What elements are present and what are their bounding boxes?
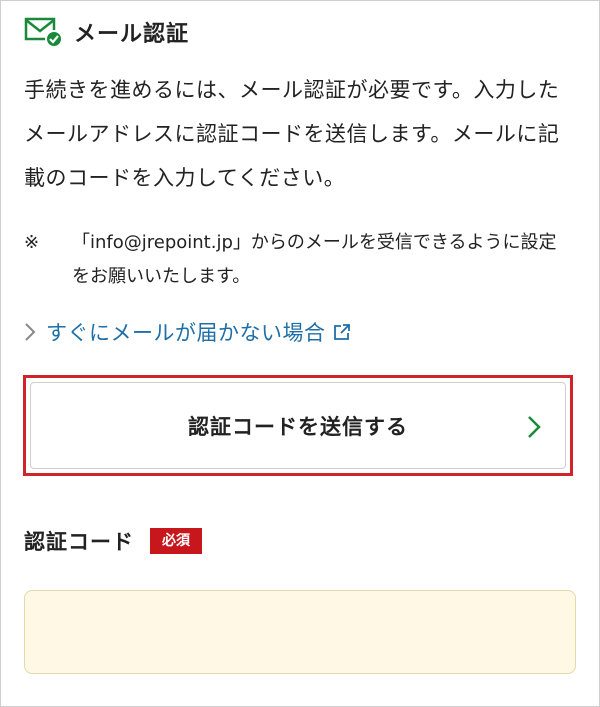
chevron-right-icon (24, 322, 36, 342)
description-text: 手続きを進めるには、メール認証が必要です。入力したメールアドレスに認証コードを送… (24, 78, 560, 190)
note: ※ 「info@jrepoint.jp」からのメールを受信できるように設定をお願… (24, 226, 569, 294)
mail-not-received-link[interactable]: すぐにメールが届かない場合 (24, 314, 352, 350)
note-mark: ※ (24, 232, 40, 253)
mail-not-received-link-label[interactable]: すぐにメールが届かない場合 (46, 317, 326, 347)
external-link-icon (332, 322, 352, 342)
note-text: 「info@jrepoint.jp」からのメールを受信できるように設定をお願いい… (72, 232, 557, 287)
code-field-label-row: 認証コード 必須 (24, 525, 202, 557)
verification-code-input[interactable] (24, 590, 576, 674)
page-title: メール認証 (74, 22, 190, 47)
required-badge: 必須 (150, 528, 202, 554)
send-code-button-label: 認証コードを送信する (188, 414, 408, 439)
chevron-right-icon (527, 415, 541, 443)
send-code-button[interactable]: 認証コードを送信する (30, 382, 566, 469)
code-field-label: 認証コード (24, 530, 134, 554)
section-header: メール認証 (24, 14, 189, 50)
mail-check-icon (24, 15, 64, 49)
